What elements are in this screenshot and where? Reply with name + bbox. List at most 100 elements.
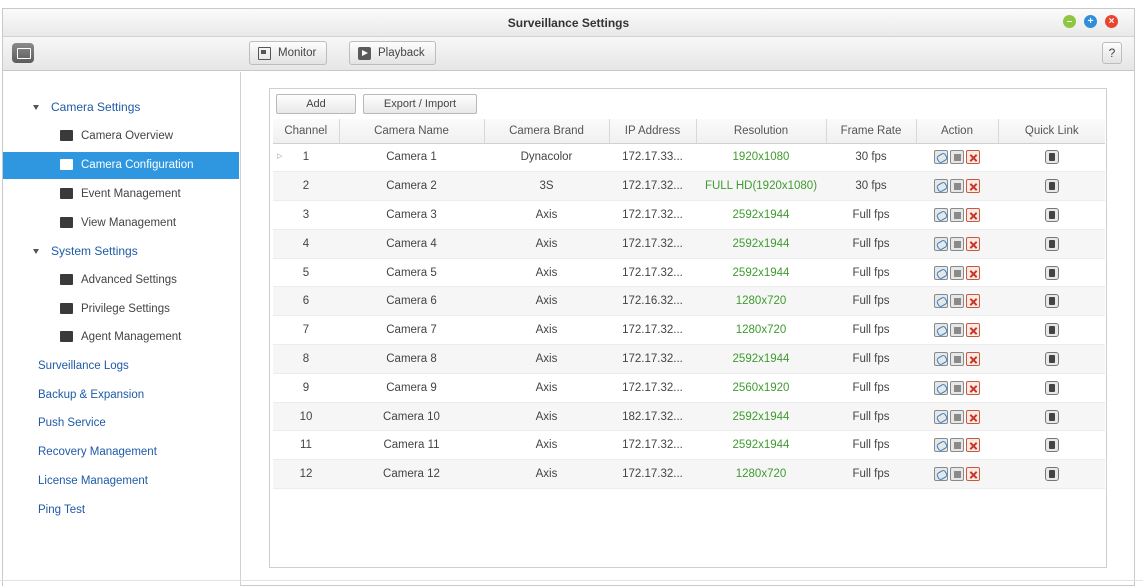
quick-link-icon[interactable] <box>1044 294 1059 309</box>
action-group <box>934 150 980 165</box>
sidebar-item-agent-management[interactable]: Agent Management <box>3 324 239 351</box>
frame-rate-cell: Full fps <box>826 286 916 317</box>
column-header[interactable]: Camera Brand <box>484 119 610 144</box>
column-header[interactable]: Resolution <box>696 119 827 144</box>
connect-icon[interactable] <box>934 150 948 165</box>
delete-icon[interactable] <box>966 438 980 453</box>
table-row[interactable]: 8 Camera 8 Axis 172.17.32... 2592x1944 Full f… <box>273 344 1105 374</box>
sidebar-item-push-service[interactable]: Push Service <box>3 410 239 437</box>
export-import-button[interactable]: Export / Import <box>363 94 477 114</box>
maximize-icon[interactable]: + <box>1084 15 1097 28</box>
column-header[interactable]: Quick Link <box>998 119 1105 144</box>
camera-brand-cell: Axis <box>484 344 609 374</box>
delete-icon[interactable] <box>966 294 980 309</box>
edit-icon[interactable] <box>950 409 964 424</box>
edit-icon[interactable] <box>950 380 964 395</box>
sidebar-group-system-settings[interactable]: System Settings <box>3 238 239 265</box>
edit-icon[interactable] <box>950 438 964 453</box>
sidebar-item-camera-configuration[interactable]: Camera Configuration <box>3 152 239 179</box>
quick-link-icon[interactable] <box>1044 438 1059 453</box>
edit-icon[interactable] <box>950 179 964 194</box>
quick-link-icon[interactable] <box>1044 179 1059 194</box>
sidebar-item-event-management[interactable]: Event Management <box>3 181 239 208</box>
table-row[interactable]: ▷ 1 Camera 1 Dynacolor 172.17.33... 1920x1080… <box>273 143 1105 173</box>
delete-icon[interactable] <box>966 236 980 251</box>
table-row[interactable]: 3 Camera 3 Axis 172.17.32... 2592x1944 Full f… <box>273 200 1105 230</box>
connect-icon[interactable] <box>934 207 948 222</box>
quick-link-icon[interactable] <box>1044 409 1059 424</box>
connect-icon[interactable] <box>934 351 948 366</box>
table-row[interactable]: 2 Camera 2 3S 172.17.32... FULL HD(1920x1080… <box>273 171 1105 202</box>
quick-link-icon[interactable] <box>1044 265 1059 280</box>
delete-icon[interactable] <box>966 150 980 165</box>
connect-icon[interactable] <box>934 179 948 194</box>
sidebar-item-view-management[interactable]: View Management <box>3 210 239 237</box>
connect-icon[interactable] <box>934 380 948 395</box>
edit-icon[interactable] <box>950 150 964 165</box>
quick-link-icon[interactable] <box>1044 236 1059 251</box>
edit-icon[interactable] <box>950 467 964 482</box>
close-icon[interactable]: × <box>1105 15 1118 28</box>
table-row[interactable]: 12 Camera 12 Axis 172.17.32... 1280x720 Full … <box>273 459 1105 490</box>
column-header[interactable]: Camera Name <box>339 119 485 144</box>
sidebar-item-label: Camera Configuration <box>81 159 194 171</box>
quick-link-icon[interactable] <box>1044 467 1059 482</box>
sidebar-item-surveillance-logs[interactable]: Surveillance Logs <box>3 353 239 380</box>
delete-icon[interactable] <box>966 409 980 424</box>
delete-icon[interactable] <box>966 323 980 338</box>
quick-link-icon[interactable] <box>1044 207 1059 222</box>
quick-link-icon[interactable] <box>1044 150 1059 165</box>
sidebar-item-camera-overview[interactable]: Camera Overview <box>3 123 239 150</box>
connect-icon[interactable] <box>934 438 948 453</box>
quick-link-icon[interactable] <box>1044 351 1059 366</box>
delete-icon[interactable] <box>966 351 980 366</box>
edit-icon[interactable] <box>950 265 964 280</box>
sidebar-item-advanced-settings[interactable]: Advanced Settings <box>3 267 239 294</box>
table-row[interactable]: 4 Camera 4 Axis 172.17.32... 2592x1944 Full f… <box>273 229 1105 259</box>
sidebar-item-license-management[interactable]: License Management <box>3 468 239 495</box>
help-button[interactable]: ? <box>1102 42 1122 64</box>
monitor-button[interactable]: Monitor <box>249 41 328 65</box>
edit-icon[interactable] <box>950 207 964 222</box>
connect-icon[interactable] <box>934 236 948 251</box>
column-header[interactable]: IP Address <box>609 119 697 144</box>
connect-icon[interactable] <box>934 467 948 482</box>
table-row[interactable]: 7 Camera 7 Axis 172.17.32... 1280x720 Full fp… <box>273 315 1105 346</box>
minimize-icon[interactable]: – <box>1063 15 1076 28</box>
column-header[interactable]: Frame Rate <box>826 119 917 144</box>
table-row[interactable]: 10 Camera 10 Axis 182.17.32... 2592x1944 Full… <box>273 402 1105 432</box>
connect-icon[interactable] <box>934 265 948 280</box>
quick-link-icon[interactable] <box>1044 323 1059 338</box>
table-row[interactable]: 5 Camera 5 Axis 172.17.32... 2592x1944 Full f… <box>273 258 1105 288</box>
connect-icon[interactable] <box>934 409 948 424</box>
sidebar-item-backup-expansion[interactable]: Backup & Expansion <box>3 382 239 409</box>
add-camera-button[interactable]: Add <box>276 94 356 114</box>
quick-link-cell <box>998 373 1105 403</box>
playback-button[interactable]: Playback <box>349 41 436 65</box>
column-header[interactable]: Action <box>916 119 999 144</box>
edit-icon[interactable] <box>950 323 964 338</box>
row-expand-icon[interactable]: ▷ <box>277 152 282 160</box>
table-row[interactable]: 9 Camera 9 Axis 172.17.32... 2560x1920 Full f… <box>273 373 1105 403</box>
table-row[interactable]: 11 Camera 11 Axis 172.17.32... 2592x1944 Full… <box>273 430 1105 461</box>
sidebar-item-label: View Management <box>81 217 177 229</box>
delete-icon[interactable] <box>966 380 980 395</box>
delete-icon[interactable] <box>966 265 980 280</box>
sidebar-item-recovery-management[interactable]: Recovery Management <box>3 439 239 466</box>
sidebar-item-ping-test[interactable]: Ping Test <box>3 497 239 524</box>
edit-icon[interactable] <box>950 236 964 251</box>
connect-icon[interactable] <box>934 323 948 338</box>
app-menu-icon[interactable] <box>12 43 34 63</box>
quick-link-icon[interactable] <box>1044 380 1059 395</box>
delete-icon[interactable] <box>966 179 980 194</box>
edit-icon[interactable] <box>950 351 964 366</box>
sidebar-group-label: System Settings <box>51 244 138 258</box>
table-row[interactable]: 6 Camera 6 Axis 172.16.32... 1280x720 Full fp… <box>273 286 1105 317</box>
sidebar-item-privilege-settings[interactable]: Privilege Settings <box>3 296 239 323</box>
column-header[interactable]: Channel <box>273 119 340 144</box>
sidebar-group-camera-settings[interactable]: Camera Settings <box>3 94 239 121</box>
delete-icon[interactable] <box>966 467 980 482</box>
delete-icon[interactable] <box>966 207 980 222</box>
connect-icon[interactable] <box>934 294 948 309</box>
edit-icon[interactable] <box>950 294 964 309</box>
